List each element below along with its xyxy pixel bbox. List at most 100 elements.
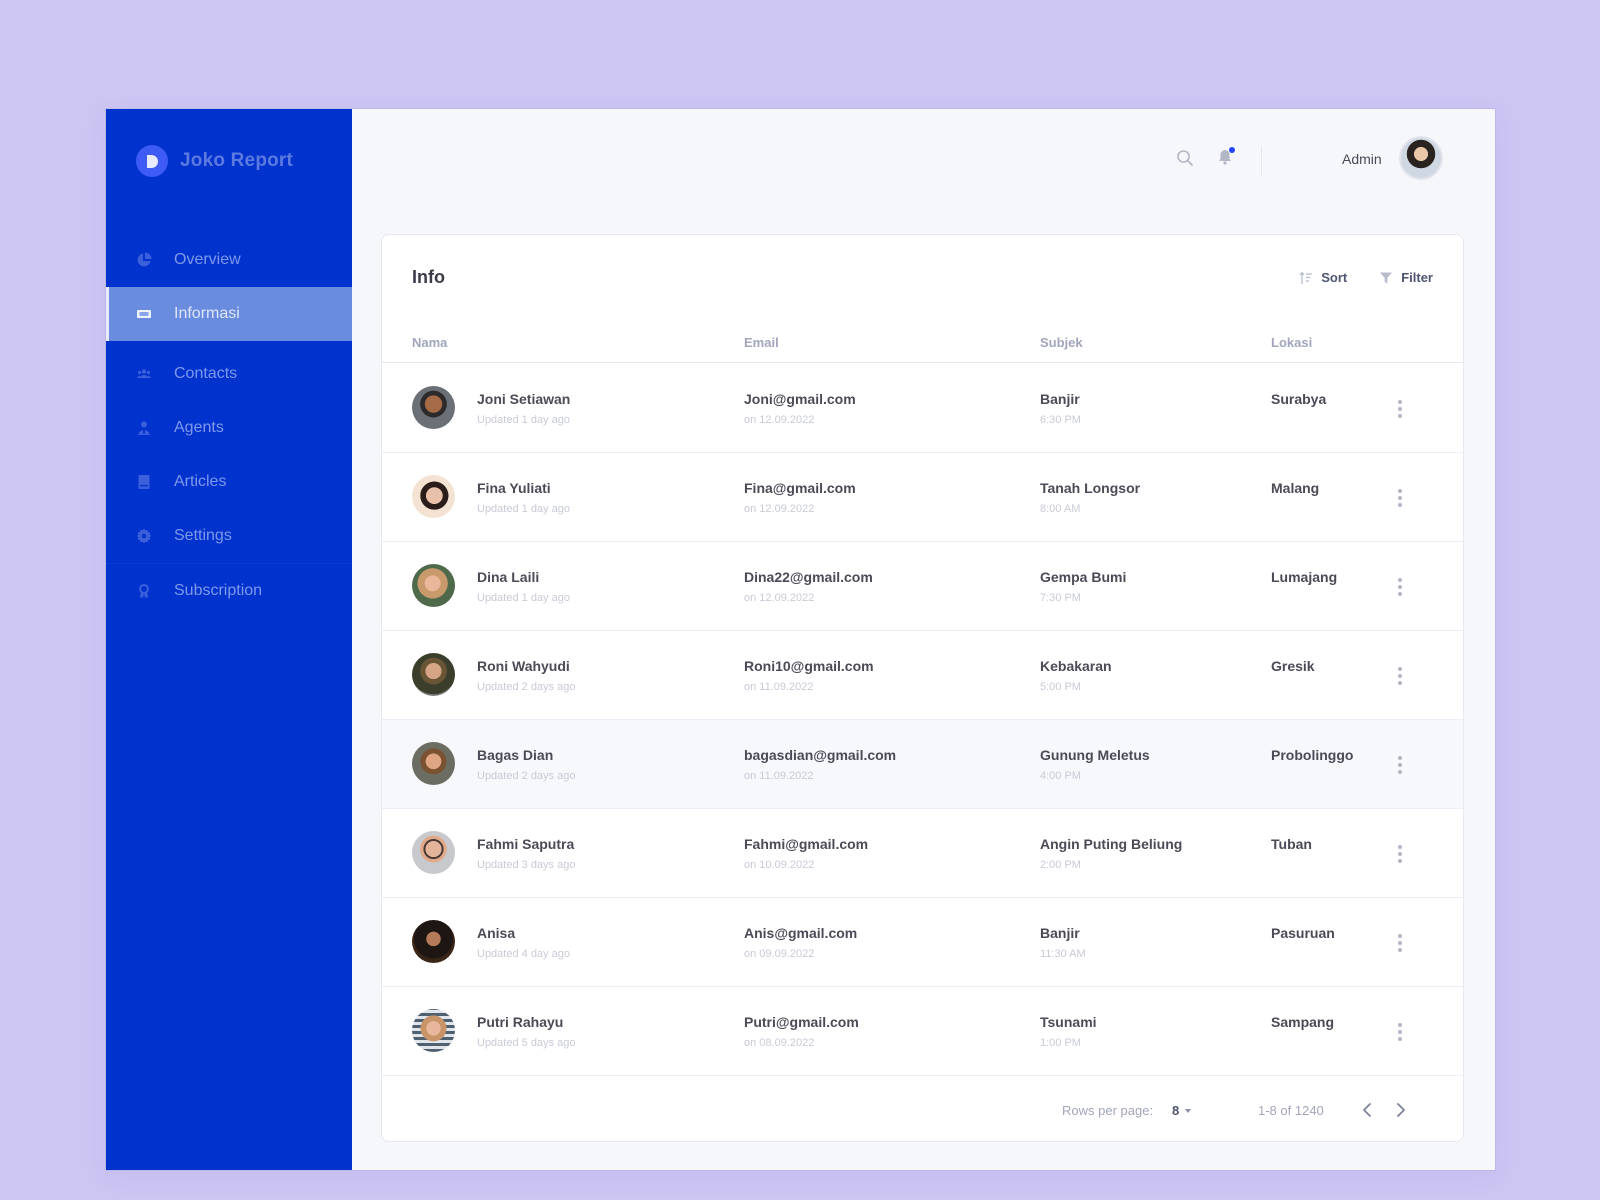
avatar — [412, 653, 455, 696]
row-email: Dina22@gmail.com — [744, 569, 873, 585]
page-range: 1-8 of 1240 — [1258, 1103, 1324, 1118]
avatar — [412, 831, 455, 874]
row-location: Malang — [1271, 480, 1320, 496]
row-time: 4:00 PM — [1040, 770, 1081, 782]
more-options-icon[interactable] — [1396, 844, 1404, 864]
avatar — [412, 1009, 455, 1052]
row-time: 11:30 AM — [1040, 948, 1086, 960]
more-options-icon[interactable] — [1396, 666, 1404, 686]
row-email: Joni@gmail.com — [744, 391, 856, 407]
row-subject: Banjir — [1040, 391, 1080, 407]
row-time: 1:00 PM — [1040, 1037, 1081, 1049]
row-date: on 08.09.2022 — [744, 1037, 815, 1049]
row-date: on 12.09.2022 — [744, 503, 815, 515]
row-name: Anisa — [477, 925, 516, 941]
column-header-nama[interactable]: Nama — [412, 335, 447, 350]
row-time: 2:00 PM — [1040, 859, 1081, 871]
table-row[interactable]: Fina Yuliati Updated 1 day ago Fina@gmai… — [382, 453, 1463, 542]
more-options-icon[interactable] — [1396, 933, 1404, 953]
column-header-subjek[interactable]: Subjek — [1040, 335, 1083, 350]
more-options-icon[interactable] — [1396, 755, 1404, 775]
avatar — [412, 564, 455, 607]
row-email: Roni10@gmail.com — [744, 658, 874, 674]
row-updated: Updated 4 day ago — [477, 948, 570, 960]
table-row[interactable]: Fahmi Saputra Updated 3 days ago Fahmi@g… — [382, 809, 1463, 898]
sidebar-item-informasi[interactable]: Informasi — [106, 287, 352, 341]
rows-per-page-select[interactable]: 8 — [1172, 1103, 1192, 1118]
sort-button[interactable]: Sort — [1299, 270, 1347, 285]
more-options-icon[interactable] — [1396, 1022, 1404, 1042]
app-window: Joko Report Overview Informasi Contacts — [106, 109, 1495, 1170]
sidebar: Joko Report Overview Informasi Contacts — [106, 109, 352, 1170]
table-row[interactable]: Joni Setiawan Updated 1 day ago Joni@gma… — [382, 364, 1463, 453]
row-name: Joni Setiawan — [477, 391, 571, 407]
bell-icon[interactable] — [1216, 147, 1235, 166]
sidebar-item-label: Contacts — [174, 365, 238, 382]
user-avatar[interactable] — [1399, 136, 1443, 180]
avatar — [412, 742, 455, 785]
table-row[interactable]: Dina Laili Updated 1 day ago Dina22@gmai… — [382, 542, 1463, 631]
filter-icon — [1380, 272, 1393, 283]
sidebar-nav: Overview Informasi Contacts Agents Artic… — [106, 233, 352, 617]
row-location: Probolinggo — [1271, 747, 1354, 763]
rows-per-page-value: 8 — [1172, 1103, 1180, 1118]
row-name: Fina Yuliati — [477, 480, 551, 496]
chevron-right-icon[interactable] — [1393, 1101, 1409, 1119]
user-name: Admin — [1342, 151, 1382, 167]
sidebar-item-contacts[interactable]: Contacts — [106, 347, 352, 401]
row-date: on 11.09.2022 — [744, 770, 814, 782]
table-row[interactable]: Bagas Dian Updated 2 days ago bagasdian@… — [382, 720, 1463, 809]
row-updated: Updated 5 days ago — [477, 1037, 576, 1049]
row-updated: Updated 3 days ago — [477, 859, 576, 871]
row-name: Dina Laili — [477, 569, 540, 585]
topbar-divider — [1261, 146, 1262, 176]
column-header-email[interactable]: Email — [744, 335, 779, 350]
more-options-icon[interactable] — [1396, 488, 1404, 508]
caret-down-icon — [1185, 1108, 1192, 1113]
sidebar-item-overview[interactable]: Overview — [106, 233, 352, 287]
sort-icon — [1299, 270, 1313, 284]
row-name: Bagas Dian — [477, 747, 554, 763]
chevron-left-icon[interactable] — [1359, 1101, 1375, 1119]
row-time: 5:00 PM — [1040, 681, 1081, 693]
sidebar-item-label: Subscription — [174, 581, 263, 599]
sidebar-item-articles[interactable]: Articles — [106, 455, 352, 509]
more-options-icon[interactable] — [1396, 577, 1404, 597]
sidebar-item-settings[interactable]: Settings — [106, 509, 352, 563]
card-actions: Sort Filter — [1267, 270, 1433, 285]
row-subject: Banjir — [1040, 925, 1080, 941]
row-email: Fina@gmail.com — [744, 480, 856, 496]
row-updated: Updated 2 days ago — [477, 681, 576, 693]
table-row[interactable]: Roni Wahyudi Updated 2 days ago Roni10@g… — [382, 631, 1463, 720]
sidebar-item-label: Informasi — [174, 305, 240, 322]
brand-logo-icon — [136, 145, 168, 177]
row-subject: Tsunami — [1040, 1014, 1097, 1030]
sort-label: Sort — [1321, 270, 1348, 285]
row-location: Surabya — [1271, 391, 1327, 407]
row-time: 6:30 PM — [1040, 414, 1081, 426]
row-subject: Kebakaran — [1040, 658, 1112, 674]
more-options-icon[interactable] — [1396, 399, 1404, 419]
filter-button[interactable]: Filter — [1379, 270, 1433, 285]
row-updated: Updated 1 day ago — [477, 592, 570, 604]
sidebar-item-subscription[interactable]: Subscription — [106, 563, 352, 617]
row-location: Pasuruan — [1271, 925, 1335, 941]
ticket-icon — [136, 306, 152, 322]
search-icon[interactable] — [1176, 149, 1194, 167]
brand-name: Joko Report — [180, 150, 294, 171]
row-email: bagasdian@gmail.com — [744, 747, 897, 763]
pagination: Rows per page: 8 1-8 of 1240 — [382, 1077, 1463, 1141]
table-header: Nama Email Subjek Lokasi — [382, 325, 1463, 363]
sidebar-item-label: Settings — [174, 527, 232, 544]
filter-label: Filter — [1401, 270, 1433, 285]
info-card: Info Sort Filter Nama Email Subjek Lokas… — [381, 234, 1464, 1142]
table-row[interactable]: Putri Rahayu Updated 5 days ago Putri@gm… — [382, 987, 1463, 1076]
table-row[interactable]: Anisa Updated 4 day ago Anis@gmail.com o… — [382, 898, 1463, 987]
brand[interactable]: Joko Report — [136, 145, 293, 177]
sidebar-item-label: Agents — [174, 419, 224, 436]
sidebar-item-label: Overview — [174, 251, 241, 268]
table-body: Joni Setiawan Updated 1 day ago Joni@gma… — [382, 364, 1463, 1076]
sidebar-item-agents[interactable]: Agents — [106, 401, 352, 455]
column-header-lokasi[interactable]: Lokasi — [1271, 335, 1312, 350]
row-email: Fahmi@gmail.com — [744, 836, 869, 852]
